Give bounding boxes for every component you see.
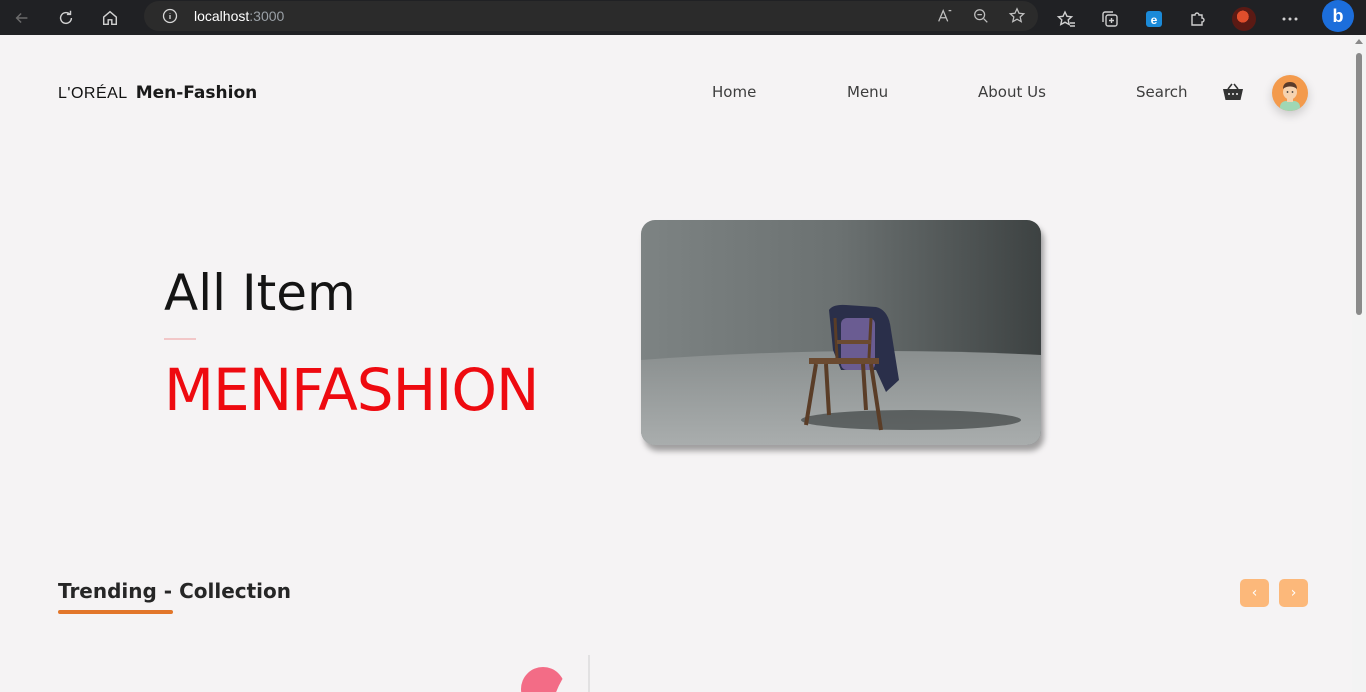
avatar-icon: [1280, 82, 1300, 111]
site-navbar: L'ORÉAL Men-Fashion Home Menu About Us S…: [58, 75, 1310, 111]
basket-icon[interactable]: [1222, 82, 1244, 102]
home-icon: [102, 10, 118, 25]
collections-icon[interactable]: [1100, 9, 1120, 29]
scroll-up-arrow[interactable]: [1355, 39, 1363, 44]
page-content: L'ORÉAL Men-Fashion Home Menu About Us S…: [0, 35, 1352, 692]
copilot-icon[interactable]: b: [1322, 0, 1354, 32]
scroll-thumb[interactable]: [1356, 53, 1362, 315]
carousel-prev-button[interactable]: ‹: [1240, 579, 1269, 607]
nav-item-menu[interactable]: Menu: [847, 83, 888, 101]
back-button[interactable]: [0, 0, 44, 35]
refresh-icon: [59, 10, 73, 24]
browser-toolbar: localhost:3000 e b: [0, 0, 1366, 35]
nav-item-search[interactable]: Search: [1136, 83, 1188, 101]
trending-underline: [58, 610, 173, 614]
info-icon[interactable]: [162, 8, 178, 24]
hero-brand-text: MENFASHION: [164, 356, 539, 424]
page-scrollbar[interactable]: [1352, 35, 1366, 692]
refresh-button[interactable]: [44, 0, 88, 35]
hero-title: All Item: [164, 264, 356, 322]
back-icon: [15, 12, 28, 23]
carousel-next-button[interactable]: ›: [1279, 579, 1308, 607]
nav-item-home[interactable]: Home: [712, 83, 756, 101]
product-card-decoration: [521, 655, 641, 692]
brand-logo-text: L'ORÉAL: [58, 85, 128, 102]
favorites-icon[interactable]: [1056, 9, 1076, 29]
read-aloud-icon[interactable]: [936, 7, 954, 25]
add-favorite-icon[interactable]: [1008, 7, 1026, 25]
url-text: localhost:3000: [194, 8, 285, 24]
profile-icon[interactable]: [1232, 7, 1256, 31]
hero-chair-photo: [641, 220, 1041, 445]
svg-text:e: e: [1151, 13, 1158, 27]
hero-image: [641, 220, 1041, 445]
user-avatar[interactable]: [1272, 75, 1308, 111]
zoom-icon[interactable]: [972, 7, 990, 25]
address-bar[interactable]: localhost:3000: [144, 1, 1038, 31]
nav-item-about-us[interactable]: About Us: [978, 83, 1046, 101]
home-button[interactable]: [88, 0, 132, 35]
brand-logo[interactable]: L'ORÉAL Men-Fashion: [58, 83, 257, 103]
brand-name: Men-Fashion: [135, 83, 258, 103]
hero-divider: [164, 338, 196, 340]
trending-title: Trending - Collection: [58, 579, 292, 603]
extensions-icon[interactable]: [1188, 9, 1208, 29]
more-icon[interactable]: [1280, 9, 1300, 29]
edge-icon[interactable]: e: [1144, 9, 1164, 29]
